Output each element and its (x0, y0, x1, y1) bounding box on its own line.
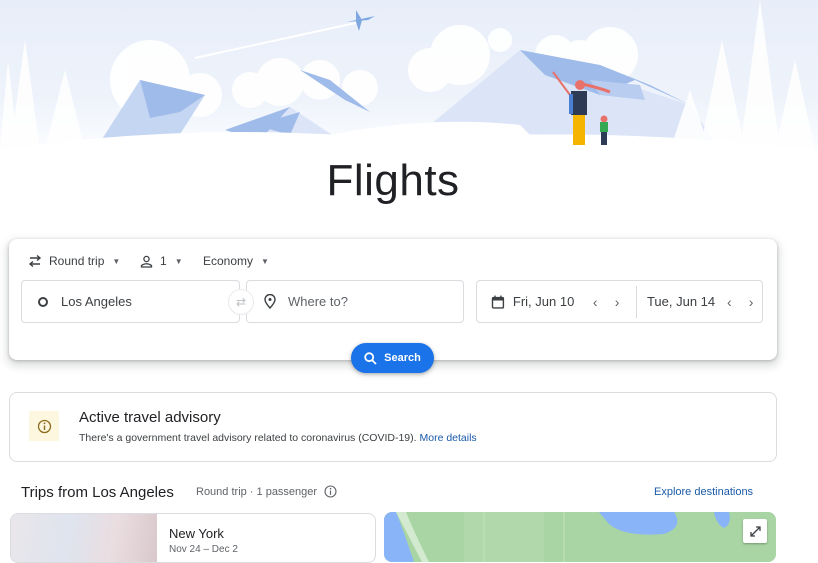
map-terrain (384, 512, 776, 562)
date-range-field[interactable]: Fri, Jun 10 ‹ › Tue, Jun 14 ‹ › (476, 280, 763, 323)
round-trip-arrows-icon (28, 254, 42, 268)
caret-down-icon: ▼ (261, 256, 269, 266)
trips-subtitle: Round trip · 1 passenger (196, 485, 337, 498)
location-pin-icon (264, 294, 276, 309)
trip-city: New York (169, 526, 224, 541)
origin-value: Los Angeles (61, 294, 132, 309)
depart-next-day-button[interactable]: › (606, 294, 628, 310)
depart-prev-day-button[interactable]: ‹ (584, 294, 606, 310)
destination-input[interactable]: Where to? (246, 280, 464, 323)
swap-locations-button[interactable]: ⇄ (228, 289, 254, 315)
passengers-select[interactable]: 1 ▼ (140, 251, 183, 271)
trip-card[interactable]: New York Nov 24 – Dec 2 (10, 513, 376, 563)
swap-arrows-icon: ⇄ (235, 295, 247, 309)
date-divider (635, 285, 637, 318)
caret-down-icon: ▼ (174, 256, 183, 266)
search-icon (364, 351, 377, 365)
return-date[interactable]: Tue, Jun 14 (647, 294, 718, 309)
return-prev-day-button[interactable]: ‹ (718, 294, 740, 310)
advisory-description: There's a government travel advisory rel… (79, 432, 417, 444)
search-button[interactable]: Search (351, 343, 434, 373)
expand-diagonal-icon (749, 525, 761, 537)
trip-type-value: Round trip (49, 254, 105, 268)
calendar-icon (491, 295, 505, 309)
info-icon[interactable] (324, 485, 337, 498)
info-icon (29, 411, 59, 441)
search-button-label: Search (384, 352, 421, 364)
destination-placeholder: Where to? (288, 294, 348, 309)
trip-dates: Nov 24 – Dec 2 (169, 544, 238, 555)
trip-type-select[interactable]: Round trip ▼ (28, 251, 120, 271)
flight-search-card: Round trip ▼ 1 ▼ Economy ▼ Los Angeles ⇄… (9, 239, 777, 360)
person-icon (140, 255, 153, 268)
mountain-scene-illustration (0, 0, 818, 165)
airplane-icon (347, 10, 375, 31)
cabin-class-select[interactable]: Economy ▼ (203, 251, 269, 271)
cabin-class-value: Economy (203, 254, 254, 268)
origin-circle-icon (38, 296, 48, 307)
explore-destinations-link[interactable]: Explore destinations (654, 486, 753, 498)
hero-illustration (0, 0, 818, 165)
travel-advisory-banner: Active travel advisory There's a governm… (9, 392, 777, 462)
caret-down-icon: ▼ (112, 256, 121, 266)
more-details-link[interactable]: More details (419, 432, 476, 444)
destination-image (11, 514, 157, 562)
passengers-value: 1 (160, 254, 167, 268)
advisory-text: There's a government travel advisory rel… (79, 432, 477, 444)
page-title: Flights (326, 156, 460, 205)
destinations-map[interactable] (384, 512, 776, 562)
depart-date[interactable]: Fri, Jun 10 (513, 294, 584, 309)
trips-heading: Trips from Los Angeles (21, 484, 174, 501)
expand-map-button[interactable] (743, 519, 767, 543)
trips-subtitle-text: Round trip · 1 passenger (196, 485, 318, 498)
advisory-title: Active travel advisory (79, 409, 221, 426)
origin-input[interactable]: Los Angeles (21, 280, 240, 323)
return-next-day-button[interactable]: › (740, 294, 762, 310)
